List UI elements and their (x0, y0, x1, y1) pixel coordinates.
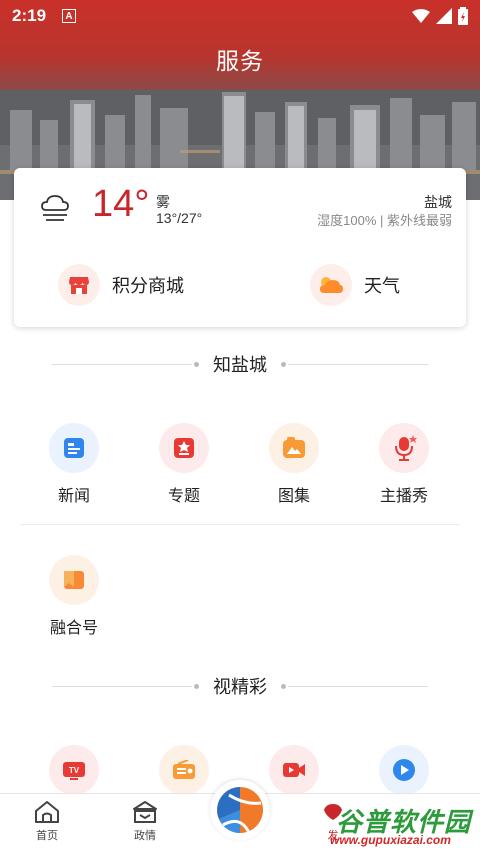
grid-label: 主播秀 (379, 488, 428, 505)
divider-dot (281, 683, 286, 689)
points-mall-label: 积分商城 (112, 276, 184, 296)
section-header-zhiyancheng: 知盐城 (0, 350, 480, 378)
grid-label: 专题 (167, 488, 200, 505)
video-camera-icon (269, 745, 319, 795)
weather-condition: 雾 (156, 194, 170, 210)
topic-icon (159, 423, 209, 473)
home-icon (35, 801, 59, 823)
gallery-icon (269, 423, 319, 473)
play-icon (379, 745, 429, 795)
weather-card[interactable]: 14° 雾 13°/27° 盐城 湿度100% | 紫外线最弱 积分商城 天气 (14, 168, 466, 327)
center-app-button[interactable] (210, 780, 270, 840)
points-mall-link[interactable]: 积分商城 (58, 264, 184, 306)
divider-dot (281, 361, 286, 367)
weather-details: 湿度100% | 紫外线最弱 (317, 213, 452, 228)
bookmark-icon (49, 555, 99, 605)
tab-label: 首页 (36, 830, 58, 842)
divider-dot (194, 683, 199, 689)
city-name: 盐城 (424, 194, 452, 210)
grid-item-tv[interactable]: TV (29, 745, 119, 795)
temperature-range: 13°/27° (156, 210, 203, 226)
app-logo-icon (217, 787, 263, 834)
divider-dot (194, 361, 199, 367)
divider-line (20, 524, 460, 525)
grid-label: 图集 (277, 488, 310, 505)
grid-label: 融合号 (49, 620, 98, 637)
weather-label: 天气 (364, 276, 400, 296)
section-title: 视精彩 (213, 677, 267, 697)
tab-label: 政情 (134, 830, 156, 842)
divider-line (52, 685, 192, 687)
grid-item-news[interactable]: 新闻 (29, 423, 119, 506)
microphone-icon (379, 423, 429, 473)
divider-line (288, 363, 428, 365)
status-bar: 2:19 A (0, 0, 480, 32)
section-title: 知盐城 (213, 355, 267, 375)
battery-icon (458, 7, 468, 25)
status-time: 2:19 (12, 6, 47, 25)
fog-cloud-icon (41, 195, 69, 221)
divider-line (288, 685, 428, 687)
temperature: 14° (92, 183, 150, 225)
grid-item-gallery[interactable]: 图集 (249, 423, 339, 506)
grid-item-fusion-account[interactable]: 融合号 (29, 555, 119, 638)
watermark-url: www.gupuxiazai.com (330, 833, 451, 847)
divider-line (52, 363, 192, 365)
wifi-icon (412, 9, 430, 23)
shop-icon (58, 264, 100, 306)
page-title: 服务 (216, 48, 264, 74)
watermark-logo: 谷普软件园 www.gupuxiazai.com (326, 800, 476, 850)
news-icon (49, 423, 99, 473)
svg-text:TV: TV (69, 766, 80, 775)
notification-badge: A (62, 9, 77, 23)
weather-link[interactable]: 天气 (310, 264, 400, 306)
government-icon (133, 801, 157, 823)
section-header-shijingcai: 视精彩 (0, 672, 480, 700)
tab-home[interactable]: 首页 (17, 800, 77, 843)
tv-icon: TV (49, 745, 99, 795)
grid-item-topic[interactable]: 专题 (139, 423, 229, 506)
weather-cloud-icon (310, 264, 352, 306)
tab-government[interactable]: 政情 (115, 800, 175, 843)
grid-item-anchor-show[interactable]: 主播秀 (359, 423, 449, 506)
grid-label: 新闻 (57, 488, 90, 505)
grid-item-play[interactable] (359, 745, 449, 795)
signal-icon (436, 8, 452, 24)
radio-icon (159, 745, 209, 795)
